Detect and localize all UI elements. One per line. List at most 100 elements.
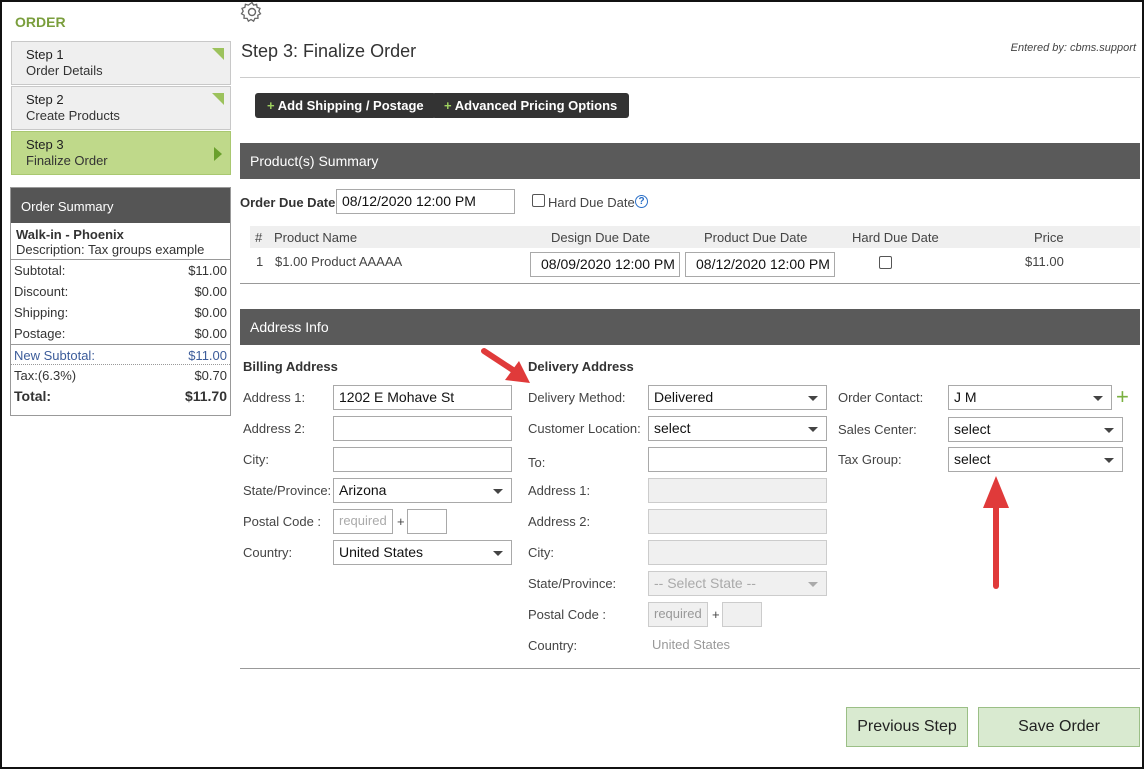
delivery-state-label: State/Province: [528, 576, 617, 591]
customer-location-select[interactable]: select [648, 416, 827, 441]
add-shipping-button[interactable]: + Add Shipping / Postage [255, 93, 436, 118]
customer-name: Walk-in - Phoenix [16, 227, 124, 242]
summary-label: New Subtotal: [14, 348, 95, 363]
sidebar-step-2[interactable]: Step 2 Create Products [11, 86, 231, 130]
delivery-method-select[interactable]: Delivered [648, 385, 827, 410]
billing-country-label: Country: [243, 545, 293, 560]
step-number: Step 3 [26, 137, 64, 152]
tax-group-select[interactable]: select [948, 447, 1123, 472]
delivery-method-label: Delivery Method: [528, 390, 626, 405]
summary-label: Subtotal: [14, 263, 66, 278]
sidebar-title: ORDER [15, 14, 66, 30]
summary-label: Shipping: [14, 305, 69, 320]
row-hard-due-checkbox[interactable] [879, 256, 892, 269]
billing-city-input[interactable] [333, 447, 512, 472]
column-header: Hard Due Date [852, 230, 939, 245]
current-step-icon [214, 147, 222, 161]
plus-separator: + [712, 607, 720, 622]
delivery-address2-input [648, 509, 827, 534]
billing-country-select[interactable]: United States [333, 540, 512, 565]
step-label: Create Products [26, 108, 120, 123]
delivery-state-select: -- Select State -- [648, 571, 827, 596]
step-number: Step 2 [26, 92, 64, 107]
billing-postal-ext-input[interactable] [407, 509, 447, 534]
column-header: Design Due Date [551, 230, 650, 245]
row-number: 1 [256, 254, 264, 269]
step-complete-icon [212, 48, 224, 60]
arrow-annotation-icon [983, 476, 1009, 589]
billing-address-title: Billing Address [243, 359, 338, 374]
customer-location-label: Customer Location: [528, 421, 641, 436]
billing-address1-label: Address 1: [243, 390, 306, 405]
column-header: Product Due Date [704, 230, 808, 245]
divider [240, 283, 1140, 284]
step-number: Step 1 [26, 47, 64, 62]
summary-value: $11.70 [184, 388, 227, 404]
plus-icon: + [267, 98, 275, 113]
column-header: Price [1034, 230, 1064, 245]
order-due-date-input[interactable]: 08/12/2020 12:00 PM [336, 189, 515, 214]
divider [240, 77, 1140, 78]
summary-label: Total: [14, 388, 52, 404]
help-icon[interactable]: ? [635, 195, 648, 208]
plus-separator: + [397, 514, 405, 529]
summary-value: $0.00 [194, 284, 227, 299]
delivery-country-label: Country: [528, 638, 578, 653]
delivery-postal-input: required [648, 602, 708, 627]
billing-state-label: State/Province: [243, 483, 332, 498]
product-name: $1.00 Product AAAAA [275, 254, 403, 269]
sidebar-step-1[interactable]: Step 1 Order Details [11, 41, 231, 85]
order-contact-label: Order Contact: [838, 390, 924, 405]
sales-center-select[interactable]: select [948, 417, 1123, 442]
step-complete-icon [212, 93, 224, 105]
divider [240, 668, 1140, 669]
summary-value: $0.70 [194, 368, 227, 383]
arrow-annotation-icon [481, 348, 530, 383]
advanced-pricing-button[interactable]: + Advanced Pricing Options [432, 93, 630, 118]
summary-label: Postage: [14, 326, 66, 341]
delivery-city-label: City: [528, 545, 554, 560]
order-due-date-label: Order Due Date: [240, 195, 340, 210]
delivery-address-title: Delivery Address [528, 359, 634, 374]
delivery-city-input [648, 540, 827, 565]
products-table-header [250, 226, 1140, 248]
delivery-postal-ext-input [722, 602, 762, 627]
order-summary-header: Order Summary [11, 188, 230, 223]
column-header: Product Name [274, 230, 358, 245]
order-description: Description: Tax groups example [16, 242, 205, 257]
billing-postal-label: Postal Code : [243, 514, 322, 529]
billing-state-select[interactable]: Arizona [333, 478, 512, 503]
product-price: $11.00 [1025, 254, 1064, 269]
hard-due-date-label: Hard Due Date [548, 195, 635, 210]
delivery-to-label: To: [528, 455, 546, 470]
summary-value: $11.00 [188, 263, 227, 278]
billing-address2-input[interactable] [333, 416, 512, 441]
summary-label: Discount: [14, 284, 69, 299]
summary-label: Tax:(6.3%) [14, 368, 77, 383]
delivery-country-value: United States [652, 637, 731, 652]
sidebar-step-3[interactable]: Step 3 Finalize Order [11, 131, 231, 175]
column-header: # [255, 230, 263, 245]
summary-value: $0.00 [194, 305, 227, 320]
billing-postal-input[interactable]: required [333, 509, 393, 534]
billing-address2-label: Address 2: [243, 421, 306, 436]
address-section-header: Address Info [240, 309, 1140, 345]
order-contact-select[interactable]: J M [948, 385, 1112, 410]
delivery-address2-label: Address 2: [528, 514, 591, 529]
sales-center-label: Sales Center: [838, 422, 917, 437]
delivery-address1-label: Address 1: [528, 483, 591, 498]
design-due-date-input[interactable]: 08/09/2020 12:00 PM [530, 252, 680, 277]
hard-due-date-checkbox[interactable] [532, 194, 545, 207]
step-label: Order Details [26, 63, 103, 78]
save-order-button[interactable]: Save Order [978, 707, 1140, 747]
tax-group-label: Tax Group: [838, 452, 902, 467]
delivery-to-input[interactable] [648, 447, 827, 472]
entered-by: Entered by: cbms.support [1010, 42, 1136, 54]
product-due-date-input[interactable]: 08/12/2020 12:00 PM [685, 252, 835, 277]
delivery-postal-label: Postal Code : [528, 607, 607, 622]
summary-value: $11.00 [188, 348, 227, 363]
previous-step-button[interactable]: Previous Step [846, 707, 968, 747]
gear-icon[interactable] [240, 0, 264, 24]
add-contact-icon[interactable]: + [1116, 385, 1129, 409]
products-section-header: Product(s) Summary [240, 143, 1140, 179]
